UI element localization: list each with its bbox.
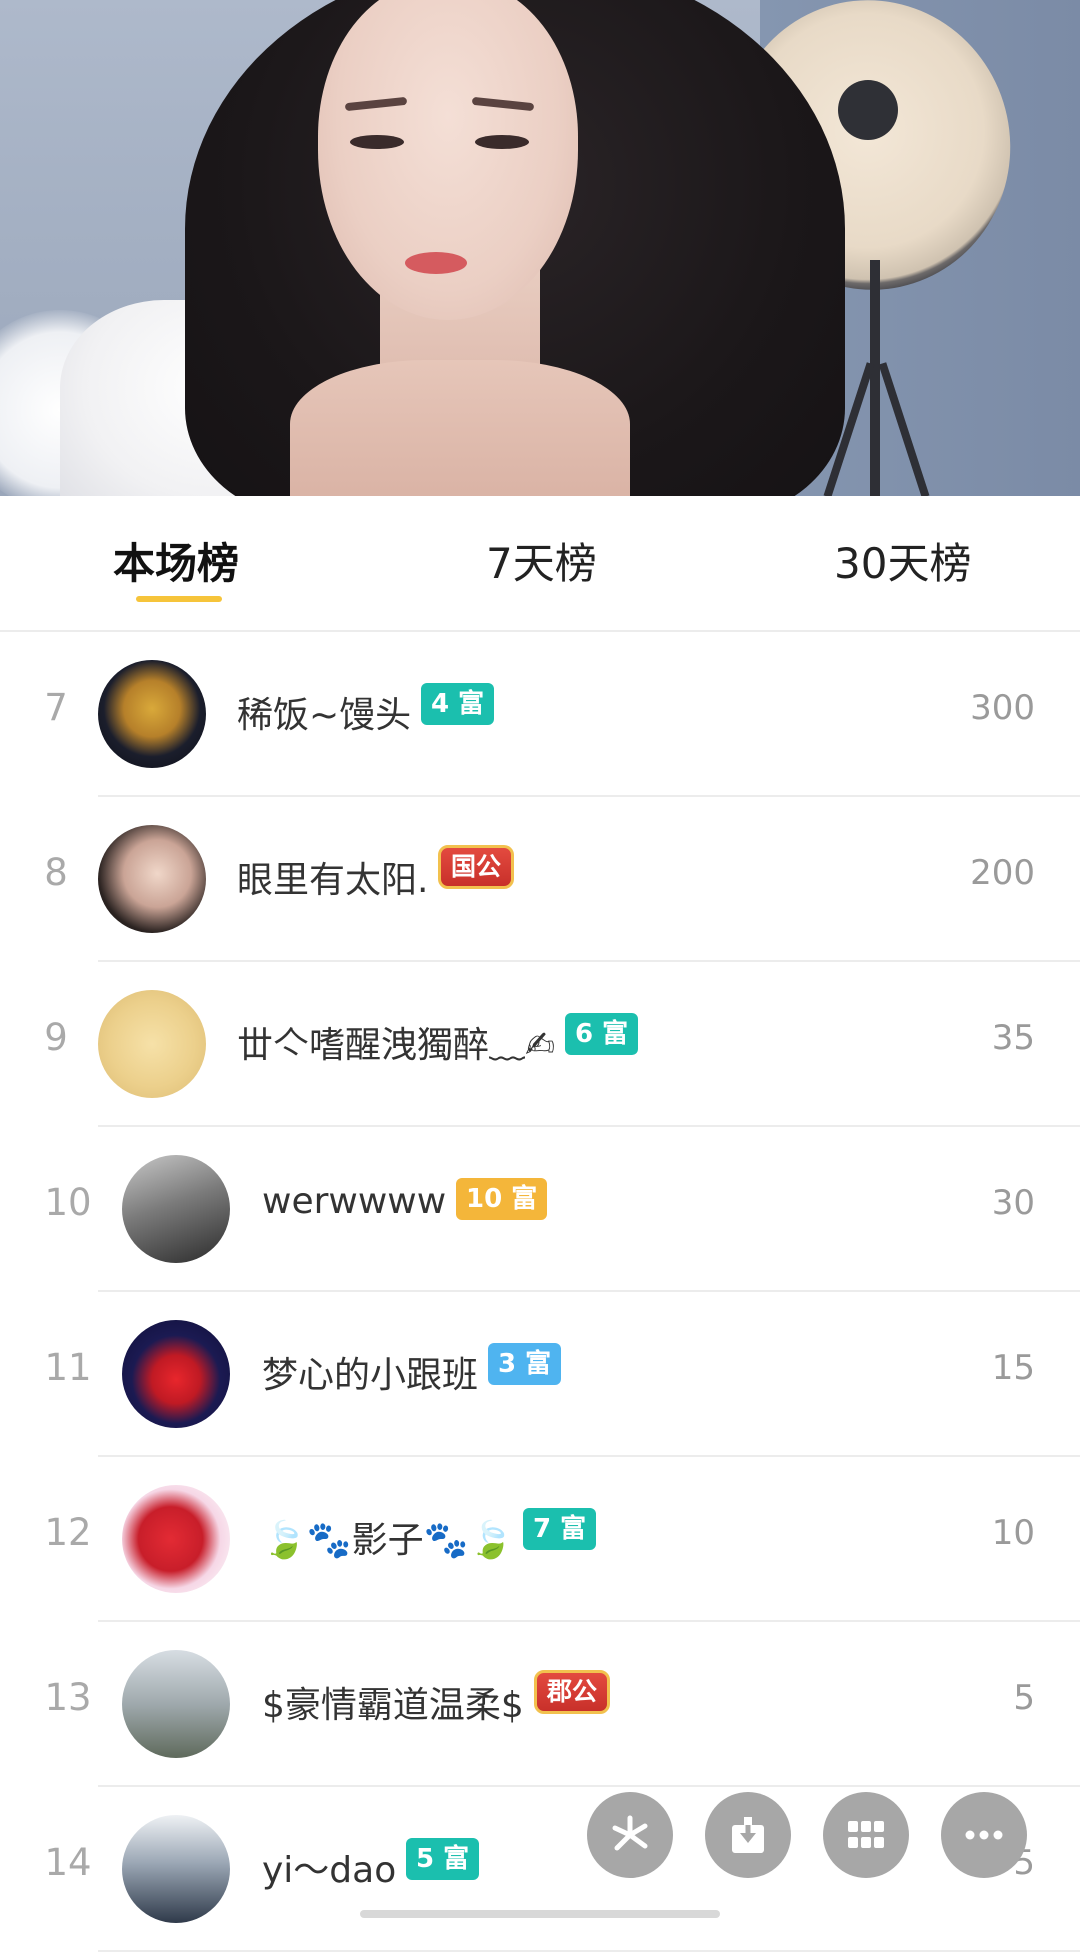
home-indicator — [360, 1910, 720, 1918]
wealth-level-badge: 6 富 — [565, 1013, 639, 1055]
lamp-pole — [870, 260, 880, 496]
avatar[interactable] — [98, 825, 206, 933]
user-name: yi～dao — [262, 1850, 397, 1891]
rank-number: 10 — [44, 1181, 92, 1224]
wealth-level-badge: 4 富 — [421, 683, 495, 725]
tab-30-days[interactable]: 30天榜 — [834, 530, 971, 591]
wealth-level-badge: 7 富 — [523, 1508, 597, 1550]
avatar[interactable] — [98, 990, 206, 1098]
wealth-level-badge: 10 富 — [456, 1178, 548, 1220]
user-name: werwwww — [262, 1181, 447, 1222]
user-name: 🍃🐾影子🐾🍃 — [262, 1520, 514, 1561]
download-button[interactable] — [705, 1792, 791, 1878]
more-icon — [965, 1830, 1003, 1840]
table-row[interactable]: 14 yi～dao 5 富5 — [0, 1787, 1080, 1952]
rank-number: 12 — [44, 1511, 92, 1554]
contribution-score: 10 — [991, 1513, 1035, 1553]
tab-current-session[interactable]: 本场榜 — [113, 530, 239, 591]
contribution-score: 35 — [991, 1018, 1035, 1058]
wealth-level-badge: 3 富 — [488, 1343, 562, 1385]
user-name: 梦心的小跟班 — [262, 1355, 479, 1396]
lamp-bulb — [838, 80, 898, 140]
rank-number: 9 — [44, 1016, 68, 1059]
rank-number: 7 — [44, 686, 68, 729]
avatar[interactable] — [122, 1815, 230, 1923]
kuaishou-icon — [612, 1815, 648, 1851]
contribution-score: 15 — [991, 1348, 1035, 1388]
live-video[interactable] — [0, 0, 1080, 496]
avatar[interactable] — [122, 1320, 230, 1428]
avatar[interactable] — [122, 1155, 230, 1263]
user-name: 眼里有太阳. — [237, 860, 429, 901]
wealth-level-badge: 5 富 — [406, 1838, 480, 1880]
chest — [290, 360, 630, 496]
grid-icon — [848, 1821, 884, 1848]
user-name: 丗亽嗜醒洩獨醉﹏✍ — [237, 1025, 556, 1066]
table-row[interactable]: 13 $豪情霸道温柔$ 郡公 5 — [0, 1622, 1080, 1787]
rank-number: 8 — [44, 851, 68, 894]
eye — [350, 135, 404, 149]
eye — [475, 135, 529, 149]
kuaishou-button[interactable] — [587, 1792, 673, 1878]
rank-number: 14 — [44, 1841, 92, 1884]
user-name: $豪情霸道温柔$ — [262, 1685, 524, 1726]
table-row[interactable]: 9 丗亽嗜醒洩獨醉﹏✍ 6 富 35 — [0, 962, 1080, 1127]
table-row[interactable]: 11 梦心的小跟班 3 富 15 — [0, 1292, 1080, 1457]
contribution-score: 300 — [970, 688, 1035, 728]
table-row[interactable]: 10 werwwww 10 富 30 — [0, 1127, 1080, 1292]
table-row[interactable]: 7 稀饭~馒头 4 富 300 — [0, 632, 1080, 797]
lips — [405, 252, 467, 274]
grid-button[interactable] — [823, 1792, 909, 1878]
active-tab-indicator — [136, 596, 222, 602]
noble-title-badge: 国公 — [438, 845, 515, 889]
rank-number: 13 — [44, 1676, 92, 1719]
more-button[interactable] — [941, 1792, 1027, 1878]
user-name: 稀饭~馒头 — [237, 695, 412, 736]
contribution-score: 30 — [991, 1183, 1035, 1223]
avatar[interactable] — [122, 1650, 230, 1758]
table-row[interactable]: 8 眼里有太阳. 国公 200 — [0, 797, 1080, 962]
download-icon — [732, 1817, 764, 1853]
avatar[interactable] — [122, 1485, 230, 1593]
noble-title-badge: 郡公 — [534, 1670, 611, 1714]
rank-number: 11 — [44, 1346, 92, 1389]
table-row[interactable]: 12 🍃🐾影子🐾🍃 7 富 10 — [0, 1457, 1080, 1622]
contribution-score: 200 — [970, 853, 1035, 893]
avatar[interactable] — [98, 660, 206, 768]
contribution-score: 5 — [1013, 1678, 1035, 1718]
tab-7-days[interactable]: 7天榜 — [486, 530, 597, 591]
